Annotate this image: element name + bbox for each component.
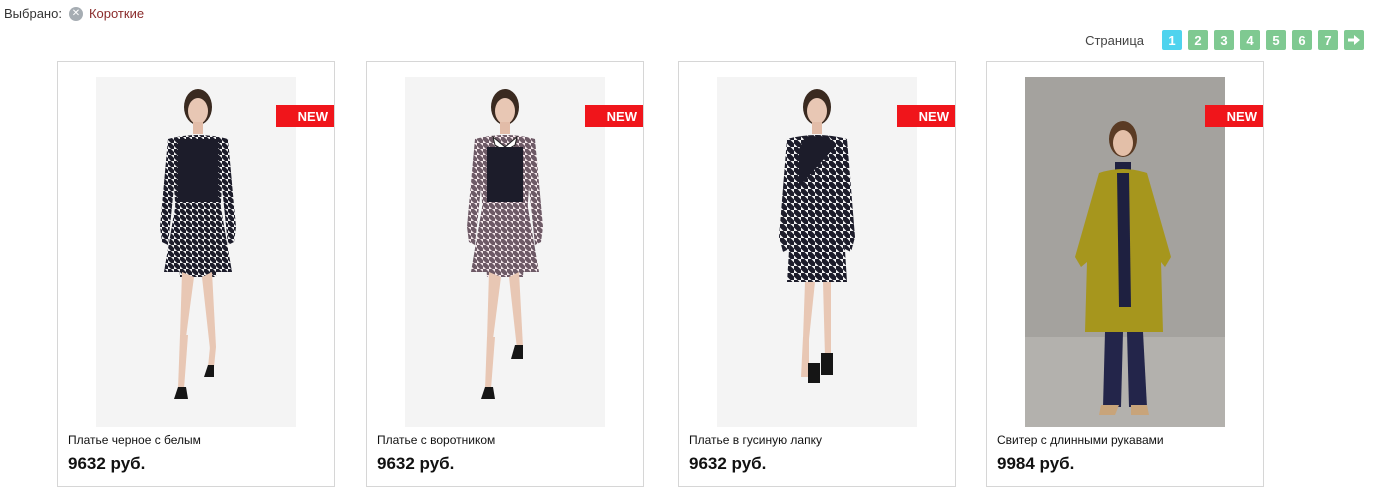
product-photo (467, 89, 543, 399)
page-5-button[interactable]: 5 (1266, 30, 1286, 50)
product-name[interactable]: Платье с воротником (377, 433, 495, 447)
filter-label: Выбрано: (4, 6, 62, 21)
filter-chip-label[interactable]: Короткие (89, 6, 144, 21)
product-photo (1025, 77, 1225, 427)
product-price: 9984 руб. (997, 454, 1075, 473)
product-image[interactable] (717, 77, 917, 427)
product-price: 9632 руб. (377, 454, 455, 473)
product-card[interactable]: NEW Платье с воротником 9632 руб. (366, 61, 644, 487)
product-name[interactable]: Платье в гусиную лапку (689, 433, 822, 447)
new-badge: NEW (1205, 105, 1263, 127)
page-2-button[interactable]: 2 (1188, 30, 1208, 50)
filter-bar: Выбрано: ✕ Короткие (4, 6, 144, 21)
product-price: 9632 руб. (689, 454, 767, 473)
product-image[interactable] (405, 77, 605, 427)
product-name[interactable]: Платье черное с белым (68, 433, 201, 447)
next-page-button[interactable] (1344, 30, 1364, 50)
product-card[interactable]: NEW Свитер с длинными рукавами 9984 руб. (986, 61, 1264, 487)
product-image[interactable] (96, 77, 296, 427)
product-photo (779, 89, 855, 383)
page-3-button[interactable]: 3 (1214, 30, 1234, 50)
pagination: Страница 1 2 3 4 5 6 7 (1085, 30, 1364, 50)
arrow-right-icon (1348, 35, 1360, 45)
new-badge: NEW (585, 105, 643, 127)
page-6-button[interactable]: 6 (1292, 30, 1312, 50)
product-card[interactable]: NEW Платье черное с белым 9632 руб. (57, 61, 335, 487)
product-price: 9632 руб. (68, 454, 146, 473)
product-photo (160, 89, 236, 399)
page-1-button[interactable]: 1 (1162, 30, 1182, 50)
new-badge: NEW (276, 105, 334, 127)
remove-filter-icon[interactable]: ✕ (68, 6, 83, 21)
page-4-button[interactable]: 4 (1240, 30, 1260, 50)
product-image[interactable] (1025, 77, 1225, 427)
filter-chip[interactable]: ✕ Короткие (68, 6, 144, 21)
product-card[interactable]: NEW Платье в гусиную лапку 9632 руб. (678, 61, 956, 487)
new-badge: NEW (897, 105, 955, 127)
page-7-button[interactable]: 7 (1318, 30, 1338, 50)
product-name[interactable]: Свитер с длинными рукавами (997, 433, 1164, 447)
pagination-label: Страница (1085, 32, 1144, 48)
